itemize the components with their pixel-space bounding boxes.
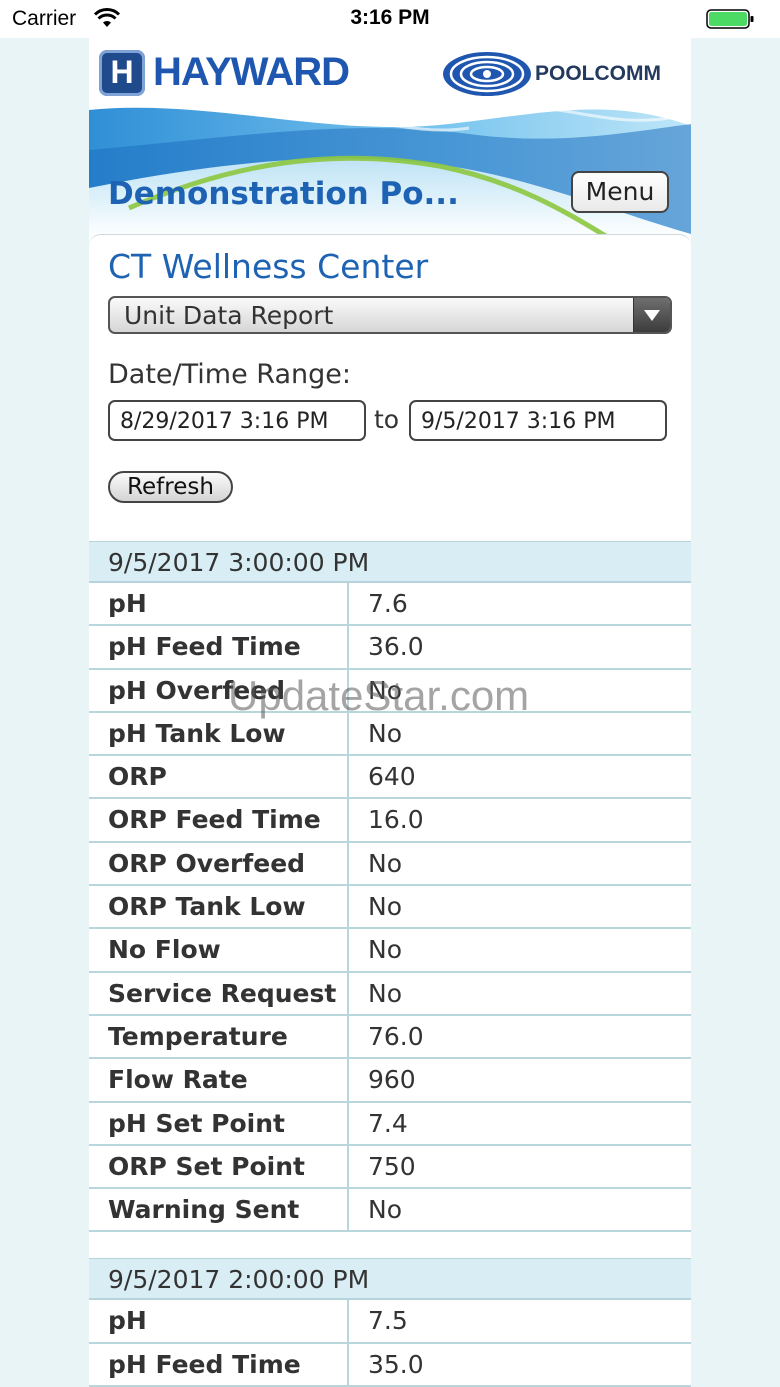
- row-value: No: [368, 848, 402, 878]
- row-label: ORP: [108, 762, 167, 792]
- row-value: 76.0: [368, 1021, 424, 1051]
- table-row: No Flow No: [89, 929, 691, 973]
- page-container: H HAYWARD POOLCOMM Demonstration Po... M…: [89, 38, 691, 1387]
- report-type-select[interactable]: Unit Data Report: [108, 296, 672, 334]
- site-title: Demonstration Po...: [108, 176, 459, 212]
- row-label: pH Feed Time: [108, 1349, 301, 1379]
- row-value: 7.6: [368, 589, 408, 618]
- row-label: ORP Feed Time: [108, 805, 321, 835]
- row-label: Temperature: [108, 1021, 288, 1051]
- table-row: pH Tank Low No: [89, 712, 691, 757]
- poolcomm-wordmark: POOLCOMM: [535, 62, 661, 85]
- row-label: pH Tank Low: [108, 718, 286, 748]
- start-date-input[interactable]: 8/29/2017 3:16 PM: [108, 400, 366, 441]
- battery-icon: [706, 9, 754, 29]
- row-value: 35.0: [368, 1349, 424, 1379]
- header-banner: H HAYWARD POOLCOMM Demonstration Po... M…: [89, 38, 691, 238]
- row-value: 36.0: [368, 632, 424, 662]
- menu-button[interactable]: Menu: [571, 171, 669, 213]
- row-value: 640: [368, 762, 416, 792]
- row-value: 750: [368, 1151, 416, 1181]
- row-label: Flow Rate: [108, 1065, 248, 1095]
- report-group: 9/5/2017 3:00:00 PM pH 7.6 pH Feed Time 36…: [89, 541, 691, 1233]
- dropdown-arrow-icon: [633, 298, 670, 332]
- table-row: ORP Feed Time 16.0: [89, 799, 691, 843]
- row-label: ORP Overfeed: [108, 848, 306, 878]
- table-row: pH Feed Time 36.0: [89, 626, 691, 670]
- row-value: No: [368, 718, 402, 748]
- table-row: ORP 640: [89, 756, 691, 800]
- facility-name: CT Wellness Center: [108, 247, 429, 286]
- row-value: No: [368, 1195, 402, 1225]
- table-row: pH 7.5: [89, 1300, 691, 1344]
- status-bar: Carrier 3:16 PM: [0, 0, 780, 38]
- poolcomm-logo: POOLCOMM: [441, 50, 687, 98]
- row-value: No: [368, 935, 402, 965]
- to-label: to: [374, 405, 400, 434]
- report-controls: CT Wellness Center Unit Data Report Date…: [89, 234, 691, 545]
- row-label: pH: [108, 589, 147, 618]
- table-row: ORP Tank Low No: [89, 886, 691, 930]
- signal-waves-icon: [443, 52, 531, 96]
- hayward-h-icon: H: [99, 50, 145, 96]
- table-row: Warning Sent No: [89, 1189, 691, 1233]
- date-range-label: Date/Time Range:: [108, 359, 351, 390]
- row-label: Service Request: [108, 978, 337, 1008]
- table-row: Service Request No: [89, 972, 691, 1016]
- unit-data-report: 9/5/2017 3:00:00 PM pH 7.6 pH Feed Time 36…: [89, 541, 691, 1387]
- end-date-input[interactable]: 9/5/2017 3:16 PM: [409, 400, 667, 441]
- hayward-wordmark: HAYWARD: [153, 50, 350, 94]
- table-row: pH Set Point 7.4: [89, 1102, 691, 1146]
- row-value: 960: [368, 1065, 416, 1095]
- row-label: ORP Tank Low: [108, 892, 306, 922]
- row-label: pH Overfeed: [108, 675, 286, 705]
- row-value: 16.0: [368, 805, 424, 835]
- row-label: ORP Set Point: [108, 1151, 305, 1181]
- report-group: 9/5/2017 2:00:00 PM pH 7.5 pH Feed Time 35…: [89, 1258, 691, 1387]
- group-timestamp: 9/5/2017 3:00:00 PM: [89, 541, 691, 583]
- row-label: pH: [108, 1306, 147, 1336]
- row-value: No: [368, 892, 402, 922]
- refresh-button[interactable]: Refresh: [108, 471, 233, 503]
- clock: 3:16 PM: [350, 6, 430, 29]
- row-value: 7.5: [368, 1306, 408, 1336]
- table-row: pH Feed Time 35.0: [89, 1343, 691, 1387]
- row-value: No: [368, 978, 402, 1008]
- row-label: Warning Sent: [108, 1195, 300, 1225]
- row-value: No: [368, 675, 402, 705]
- row-label: No Flow: [108, 935, 221, 965]
- row-value: 7.4: [368, 1108, 408, 1138]
- report-type-value: Unit Data Report: [124, 301, 334, 330]
- row-label: pH Feed Time: [108, 632, 301, 662]
- group-timestamp: 9/5/2017 2:00:00 PM: [89, 1258, 691, 1301]
- table-row: ORP Overfeed No: [89, 842, 691, 887]
- table-row: Flow Rate 960: [89, 1059, 691, 1103]
- row-label: pH Set Point: [108, 1108, 285, 1138]
- table-row: pH Overfeed No: [89, 669, 691, 713]
- table-row: Temperature 76.0: [89, 1015, 691, 1060]
- table-row: pH 7.6: [89, 583, 691, 627]
- table-row: ORP Set Point 750: [89, 1145, 691, 1190]
